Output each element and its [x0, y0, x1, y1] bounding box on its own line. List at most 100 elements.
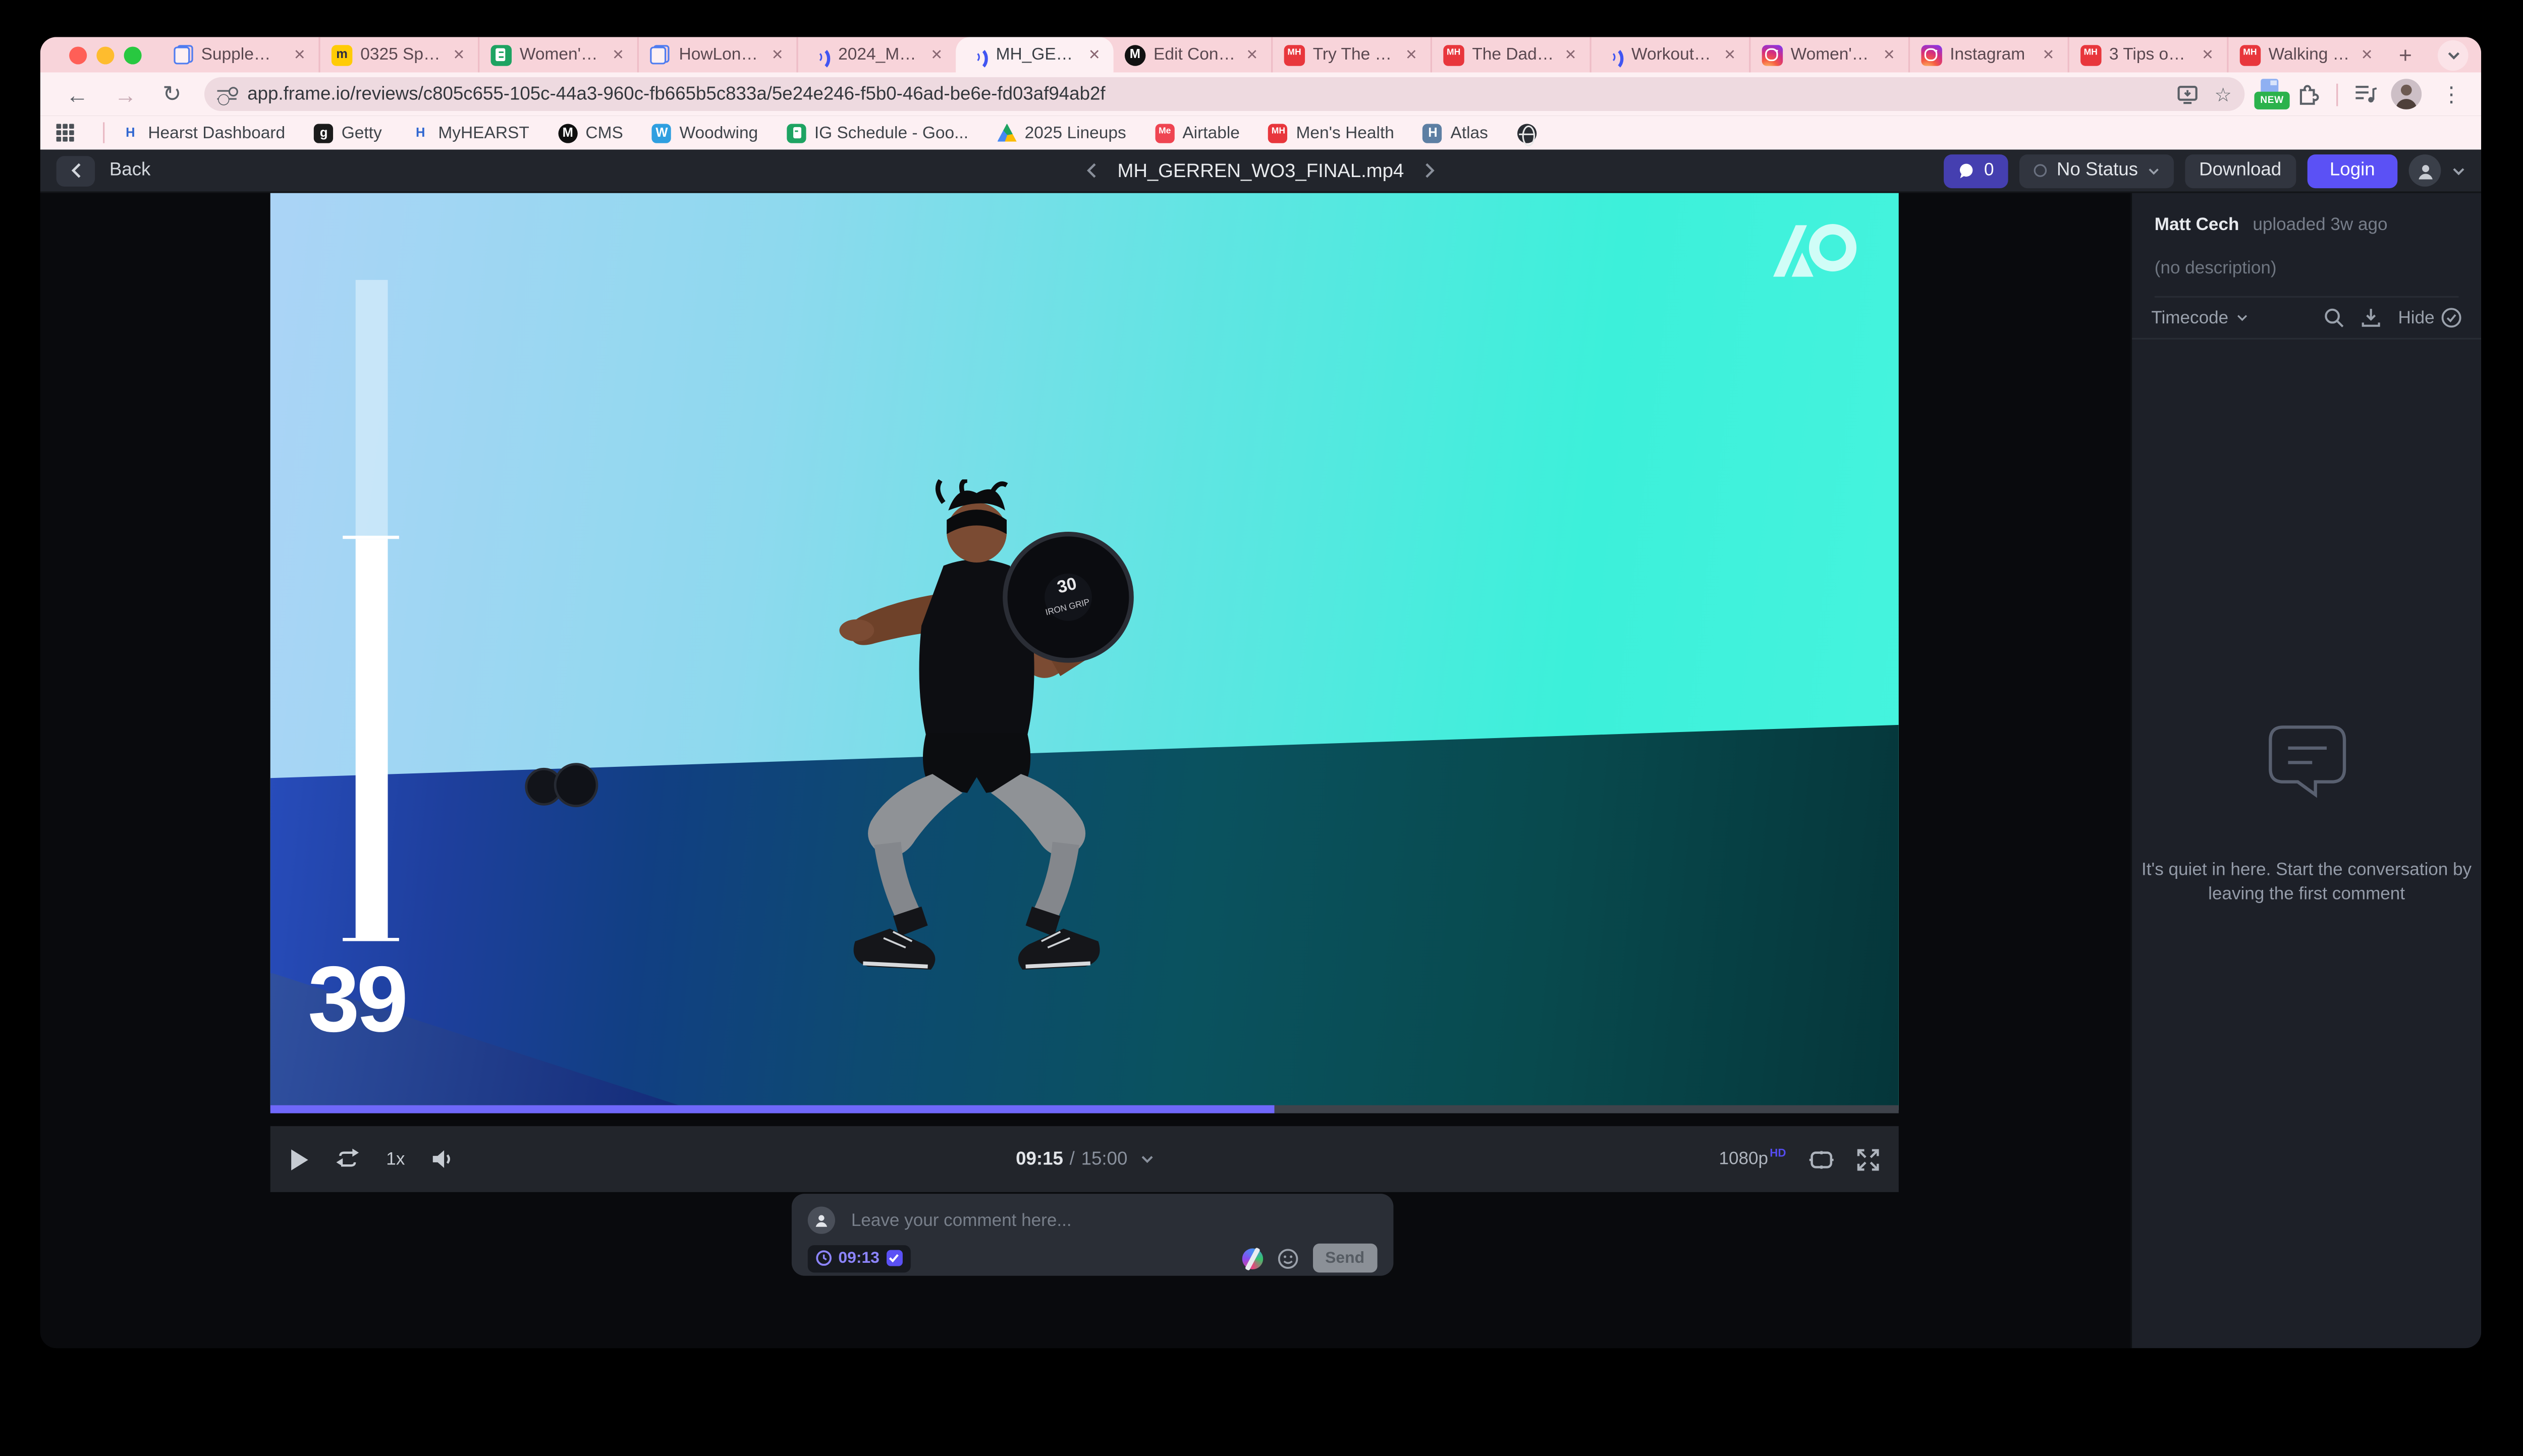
extensions-puzzle-icon[interactable] [2296, 82, 2320, 106]
chrome-menu-icon[interactable]: ⋮ [2435, 81, 2469, 107]
browser-tab[interactable]: Instagram ✕ [1908, 37, 2067, 72]
play-button[interactable] [290, 1148, 309, 1170]
sort-chevron-icon[interactable] [2236, 314, 2247, 322]
new-tab-button[interactable]: + [2386, 42, 2425, 68]
bookmarks-divider [103, 122, 104, 143]
browser-tab[interactable]: Supplement_Gre ✕ [161, 37, 318, 72]
browser-tab[interactable]: m 0325 Spring 202 ✕ [318, 37, 478, 72]
bookmark-item[interactable]: IG Schedule - Goo... [787, 123, 968, 142]
send-button[interactable]: Send [1312, 1244, 1378, 1272]
back-label[interactable]: Back [109, 161, 151, 180]
next-file-icon[interactable] [1423, 162, 1435, 179]
download-button[interactable]: Download [2184, 154, 2296, 188]
login-button[interactable]: Login [2307, 154, 2397, 188]
install-app-icon[interactable] [2177, 84, 2198, 103]
comment-input[interactable] [848, 1209, 1377, 1231]
timer-bar-tick [342, 535, 399, 538]
bookmark-item[interactable]: g Getty [314, 123, 382, 142]
timeline-scrubber[interactable] [270, 1105, 1899, 1113]
tab-close-icon[interactable]: ✕ [2200, 44, 2215, 65]
tab-close-icon[interactable]: ✕ [292, 44, 307, 65]
volume-icon[interactable] [430, 1149, 455, 1169]
bookmark-item[interactable]: 2025 Lineups [997, 123, 1126, 142]
chevron-down-icon [2148, 166, 2159, 175]
bookmark-item[interactable]: W Woodwing [652, 123, 758, 142]
url-text[interactable]: app.frame.io/reviews/c805c655-105c-44a3-… [247, 84, 2161, 103]
browser-tab[interactable]: MH Walking and Wei ✕ [2227, 37, 2386, 72]
playback-speed-button[interactable]: 1x [386, 1149, 405, 1168]
browser-tab[interactable]: MH The Dad Bod Sh ✕ [1430, 37, 1589, 72]
address-bar[interactable]: app.frame.io/reviews/c805c655-105c-44a3-… [204, 77, 2244, 111]
close-window-button[interactable] [69, 46, 87, 64]
browser-tab[interactable]: MH_GERREN_WO ✕ [956, 37, 1113, 72]
bookmark-item[interactable]: M CMS [558, 123, 623, 142]
toolbar-divider [2336, 83, 2338, 105]
bookmark-item[interactable]: MH Men's Health [1269, 123, 1394, 142]
user-avatar[interactable] [2409, 154, 2441, 187]
hide-completed-toggle[interactable]: Hide [2398, 307, 2461, 328]
tab-close-icon[interactable]: ✕ [1563, 44, 1578, 65]
search-comments-icon[interactable] [2324, 307, 2345, 328]
reload-icon[interactable]: ↻ [150, 80, 194, 107]
tab-close-icon[interactable]: ✕ [1404, 44, 1419, 65]
player-controls: 1x 09:15 / 15:00 1080pHD [270, 1126, 1899, 1192]
tab-close-icon[interactable]: ✕ [611, 44, 626, 65]
minimize-window-button[interactable] [96, 46, 114, 64]
tab-close-icon[interactable]: ✕ [451, 44, 466, 65]
annotate-icon[interactable] [1241, 1248, 1262, 1268]
apps-grid-icon[interactable] [57, 124, 74, 142]
forward-nav-icon[interactable]: → [101, 81, 150, 107]
browser-tab[interactable]: HowLongForWor ✕ [637, 37, 797, 72]
emoji-icon[interactable] [1277, 1248, 1297, 1268]
timecode-sort-dropdown[interactable]: Timecode [2151, 308, 2228, 327]
tab-close-icon[interactable]: ✕ [770, 44, 785, 65]
timecode-chevron-icon[interactable] [1140, 1155, 1154, 1163]
tab-close-icon[interactable]: ✕ [1882, 44, 1897, 65]
tab-search-button[interactable] [2438, 39, 2469, 70]
back-nav-icon[interactable]: ← [53, 81, 101, 107]
site-settings-icon[interactable] [217, 86, 236, 102]
back-button[interactable] [57, 155, 95, 186]
guides-icon[interactable] [1808, 1149, 1834, 1168]
bookmark-star-icon[interactable]: ☆ [2215, 83, 2232, 105]
timer-bar-elapsed [355, 540, 388, 939]
media-controls-icon[interactable] [2354, 84, 2378, 104]
tab-favicon: MH [1284, 44, 1304, 65]
browser-tab[interactable]: Women's Health ✕ [1749, 37, 1908, 72]
extension-new-icon[interactable]: NEW [2254, 79, 2289, 109]
bookmark-item[interactable]: Me Airtable [1155, 123, 1240, 142]
prev-file-icon[interactable] [1087, 162, 1098, 179]
extensions-area: NEW ⋮ [2254, 79, 2468, 109]
browser-tab[interactable]: MH Try The Ultimate ✕ [1271, 37, 1431, 72]
tab-favicon: MH [2239, 44, 2260, 65]
status-dropdown[interactable]: No Status [2020, 154, 2174, 188]
browser-tab[interactable]: M Edit Content | b0 ✕ [1113, 37, 1271, 72]
tab-close-icon[interactable]: ✕ [2359, 44, 2374, 65]
download-comments-icon[interactable] [2361, 307, 2382, 328]
tab-close-icon[interactable]: ✕ [929, 44, 944, 65]
loop-icon[interactable] [335, 1149, 360, 1169]
account-chevron-icon[interactable] [2452, 166, 2465, 175]
video-player[interactable]: 30 IRON GRIP 39 [270, 193, 1899, 1110]
bookmark-item[interactable]: H MyHEARST [411, 123, 529, 142]
bookmark-item[interactable]: H Hearst Dashboard [121, 123, 285, 142]
browser-tab[interactable]: MH 3 Tips on How to ✕ [2067, 37, 2227, 72]
bookmark-item[interactable]: H Atlas [1423, 123, 1488, 142]
tab-close-icon[interactable]: ✕ [2041, 44, 2056, 65]
bookmark-label: Men's Health [1296, 123, 1394, 142]
tab-close-icon[interactable]: ✕ [1087, 44, 1102, 65]
tab-close-icon[interactable]: ✕ [1244, 44, 1259, 65]
quality-selector[interactable]: 1080pHD [1719, 1149, 1786, 1169]
fullscreen-icon[interactable] [1857, 1148, 1880, 1170]
timestamp-checkbox[interactable] [886, 1250, 902, 1266]
timecode-display[interactable]: 09:15 / 15:00 [270, 1149, 1899, 1168]
tab-close-icon[interactable]: ✕ [1722, 44, 1737, 65]
browser-tab[interactable]: Workouts - Fram ✕ [1589, 37, 1749, 72]
browser-tab[interactable]: 2024_MHxWH_A ✕ [796, 37, 956, 72]
zoom-window-button[interactable] [124, 46, 142, 64]
profile-avatar[interactable] [2391, 79, 2422, 109]
timestamp-chip[interactable]: 09:13 [808, 1245, 910, 1272]
browser-tab[interactable]: Women's Health ✕ [478, 37, 637, 72]
comment-count-button[interactable]: 0 [1944, 154, 2008, 188]
bookmark-item[interactable] [1517, 123, 1544, 142]
